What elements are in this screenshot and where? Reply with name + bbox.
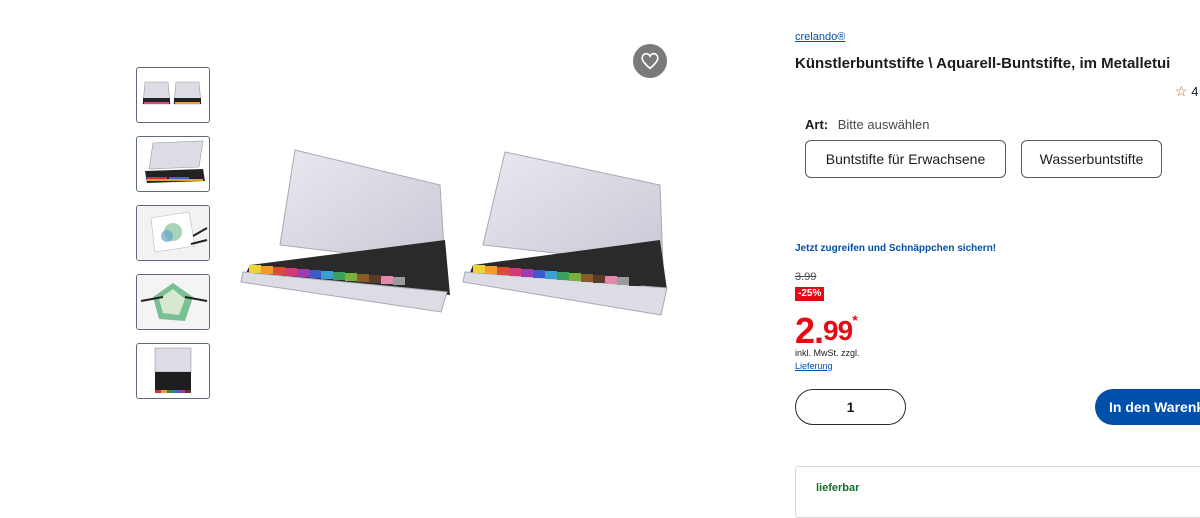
quantity-input[interactable]: 1: [795, 389, 906, 425]
heart-icon: [641, 52, 659, 70]
thumbnail-3[interactable]: [136, 205, 210, 261]
price-integer: 2.: [795, 310, 824, 351]
brand-link[interactable]: crelando®: [795, 31, 845, 43]
variant-option-wasserbuntstifte[interactable]: Wasserbuntstifte: [1021, 140, 1162, 178]
artwork-thumbnail-icon: [137, 275, 209, 329]
variant-placeholder: Bitte auswählen: [837, 117, 930, 132]
thumbnail-5[interactable]: [136, 343, 210, 399]
variant-label: Art:: [805, 117, 829, 132]
main-product-image[interactable]: [235, 140, 675, 330]
add-to-cart-button[interactable]: In den Warenkorb: [1095, 389, 1200, 425]
rating-value: 4: [1191, 84, 1199, 99]
left-pencil-tin: [240, 149, 450, 313]
product-title: Künstlerbuntstifte \ Aquarell-Buntstifte…: [795, 55, 1171, 72]
price-asterisk: *: [852, 312, 858, 328]
star-icon: ☆: [1175, 83, 1188, 99]
promo-text: Jetzt zugreifen und Schnäppchen sichern!: [795, 243, 997, 254]
thumbnail-4[interactable]: [136, 274, 210, 330]
delivery-link[interactable]: Lieferung: [795, 361, 833, 371]
variant-selector-label: Art: Bitte auswählen: [805, 117, 930, 132]
tin-front-thumbnail-icon: [154, 347, 192, 393]
thumbnail-1[interactable]: [136, 67, 210, 123]
two-tins-thumbnail-icon: [142, 81, 202, 105]
rating[interactable]: ☆ 4: [1175, 83, 1198, 100]
single-tin-thumbnail-icon: [145, 140, 205, 183]
price-decimal: 99: [823, 315, 853, 346]
discount-badge: -25%: [795, 287, 825, 301]
right-pencil-tin: [462, 151, 668, 316]
variant-option-erwachsene[interactable]: Buntstifte für Erwachsene: [805, 140, 1006, 178]
old-price: 3.99: [795, 271, 817, 283]
tax-note: inkl. MwSt. zzgl.: [795, 348, 860, 358]
favorite-button[interactable]: [633, 44, 667, 78]
availability-status: lieferbar: [816, 482, 860, 494]
thumbnail-2[interactable]: [136, 136, 210, 192]
drawing-thumbnail-icon: [137, 206, 209, 260]
